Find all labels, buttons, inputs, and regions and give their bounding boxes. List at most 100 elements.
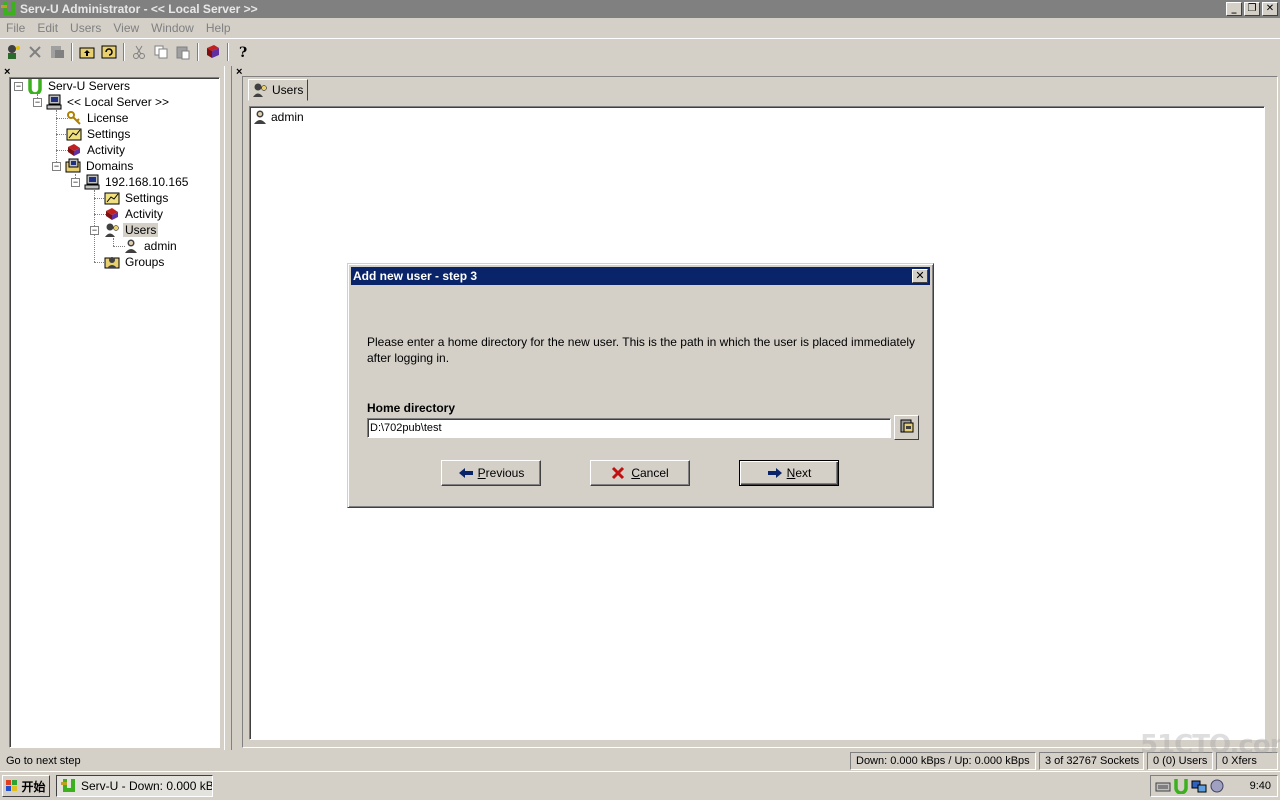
- tree-node-servers[interactable]: Serv-U Servers: [27, 78, 132, 94]
- clock: 9:40: [1249, 780, 1271, 792]
- tree-label: admin: [144, 239, 177, 253]
- tree-label: Activity: [87, 143, 126, 157]
- tree-node-user-admin[interactable]: admin: [123, 238, 179, 254]
- dialog-close-button[interactable]: ✕: [912, 269, 928, 283]
- tab-label: Users: [272, 83, 304, 97]
- menu-window[interactable]: Window: [145, 21, 200, 35]
- taskbar-item-serv-u[interactable]: Serv-U - Down: 0.000 kB...: [56, 775, 213, 797]
- dialog-title: Add new user - step 3: [353, 269, 478, 283]
- next-label: Next: [786, 466, 812, 480]
- tree-node-license[interactable]: License: [66, 110, 130, 126]
- tree-node-domain-activity[interactable]: Activity: [104, 206, 165, 222]
- settings-icon: [66, 126, 82, 142]
- add-user-dialog: Add new user - step 3 ✕ Please enter a h…: [347, 263, 934, 508]
- tree-node-domains[interactable]: Domains: [65, 158, 135, 174]
- close-button[interactable]: ✕: [1262, 2, 1278, 16]
- tree-node-settings[interactable]: Settings: [66, 126, 132, 142]
- pane-splitter[interactable]: [224, 66, 232, 750]
- tree-node-domain-settings[interactable]: Settings: [104, 190, 170, 206]
- server-tree: − Serv-U Servers − << Local Server >> Li…: [9, 77, 220, 748]
- tree-label: Settings: [87, 127, 131, 141]
- tree-node-activity[interactable]: Activity: [66, 142, 127, 158]
- copy-icon[interactable]: [150, 41, 172, 63]
- status-transfer-rate: Down: 0.000 kBps / Up: 0.000 kBps: [850, 752, 1036, 770]
- status-xfers: 0 Xfers: [1216, 752, 1278, 770]
- browse-button[interactable]: [894, 415, 919, 440]
- taskbar-item-label: Serv-U - Down: 0.000 kB...: [81, 779, 213, 793]
- list-item-label: admin: [271, 110, 304, 124]
- wizard-icon[interactable]: [2, 41, 24, 63]
- maximize-button[interactable]: ❐: [1244, 2, 1260, 16]
- previous-button[interactable]: Previous: [441, 460, 541, 486]
- collapse-servers-toggle[interactable]: −: [14, 82, 23, 91]
- network-icon[interactable]: [1191, 778, 1207, 794]
- menu-users[interactable]: Users: [64, 21, 107, 35]
- computer-icon: [46, 94, 62, 110]
- help-icon[interactable]: ?: [232, 41, 254, 63]
- users-icon: [252, 82, 268, 98]
- tree-pane-close-button[interactable]: ×: [4, 67, 10, 78]
- toolbar-separator: [123, 42, 125, 61]
- users-icon: [104, 222, 120, 238]
- cancel-button[interactable]: Cancel: [590, 460, 690, 486]
- toolbar-separator: [197, 42, 199, 61]
- refresh-icon[interactable]: [98, 41, 120, 63]
- menu-view[interactable]: View: [107, 21, 145, 35]
- window-title: Serv-U Administrator - << Local Server >…: [20, 2, 258, 16]
- activity-icon: [66, 142, 82, 158]
- cut-icon[interactable]: [128, 41, 150, 63]
- serv-u-app-icon: [61, 778, 77, 794]
- minimize-button[interactable]: _: [1226, 2, 1242, 16]
- tree-node-groups[interactable]: Groups: [104, 254, 166, 270]
- dialog-title-bar: Add new user - step 3 ✕: [351, 267, 930, 285]
- tree-label: License: [87, 111, 129, 125]
- tree-node-local-server[interactable]: << Local Server >>: [46, 94, 171, 110]
- svg-text:?: ?: [239, 45, 247, 60]
- collapse-domains-toggle[interactable]: −: [52, 162, 61, 171]
- collapse-local-server-toggle[interactable]: −: [33, 98, 42, 107]
- taskbar: 开始 Serv-U - Down: 0.000 kB... 9:40: [0, 771, 1280, 800]
- tree-label: Activity: [125, 207, 164, 221]
- collapse-domain-toggle[interactable]: −: [71, 178, 80, 187]
- arrow-left-icon: [458, 466, 474, 480]
- domains-icon: [65, 158, 81, 174]
- settings-icon: [104, 190, 120, 206]
- tree-label: 192.168.10.165: [105, 175, 189, 189]
- menu-bar: File Edit Users View Window Help: [0, 18, 1280, 37]
- home-directory-input[interactable]: [367, 418, 891, 438]
- properties-icon[interactable]: [46, 41, 68, 63]
- book-icon[interactable]: [202, 41, 224, 63]
- start-label: 开始: [21, 779, 46, 794]
- user-icon: [252, 109, 268, 125]
- tree-label: << Local Server >>: [67, 95, 170, 109]
- tab-users[interactable]: Users: [248, 79, 308, 101]
- tree-label: Users: [123, 223, 159, 237]
- cancel-x-icon: [611, 466, 627, 480]
- collapse-users-toggle[interactable]: −: [90, 226, 99, 235]
- previous-label: Previous: [477, 466, 525, 480]
- list-item-admin[interactable]: admin: [252, 109, 304, 125]
- volume-icon[interactable]: [1209, 778, 1225, 794]
- keyboard-icon[interactable]: [1155, 778, 1171, 794]
- serv-u-tray-icon[interactable]: [1173, 778, 1189, 794]
- toolbar: ?: [0, 38, 1280, 64]
- tree-node-users[interactable]: Users: [104, 222, 159, 238]
- toolbar-separator: [227, 42, 229, 61]
- status-bar: Go to next step Down: 0.000 kBps / Up: 0…: [0, 751, 1280, 771]
- start-button[interactable]: 开始: [2, 775, 50, 797]
- menu-help[interactable]: Help: [200, 21, 237, 35]
- paste-icon[interactable]: [172, 41, 194, 63]
- system-tray: 9:40: [1150, 775, 1278, 797]
- tree-label: Serv-U Servers: [48, 79, 131, 93]
- windows-logo-icon: [6, 780, 18, 792]
- next-button[interactable]: Next: [739, 460, 839, 486]
- tree-label: Domains: [86, 159, 134, 173]
- delete-icon[interactable]: [24, 41, 46, 63]
- cancel-label: Cancel: [631, 466, 669, 480]
- tree-node-domain-ip[interactable]: 192.168.10.165: [84, 174, 190, 190]
- status-users: 0 (0) Users: [1147, 752, 1213, 770]
- up-folder-icon[interactable]: [76, 41, 98, 63]
- menu-file[interactable]: File: [0, 21, 31, 35]
- status-hint: Go to next step: [6, 755, 81, 767]
- menu-edit[interactable]: Edit: [31, 21, 64, 35]
